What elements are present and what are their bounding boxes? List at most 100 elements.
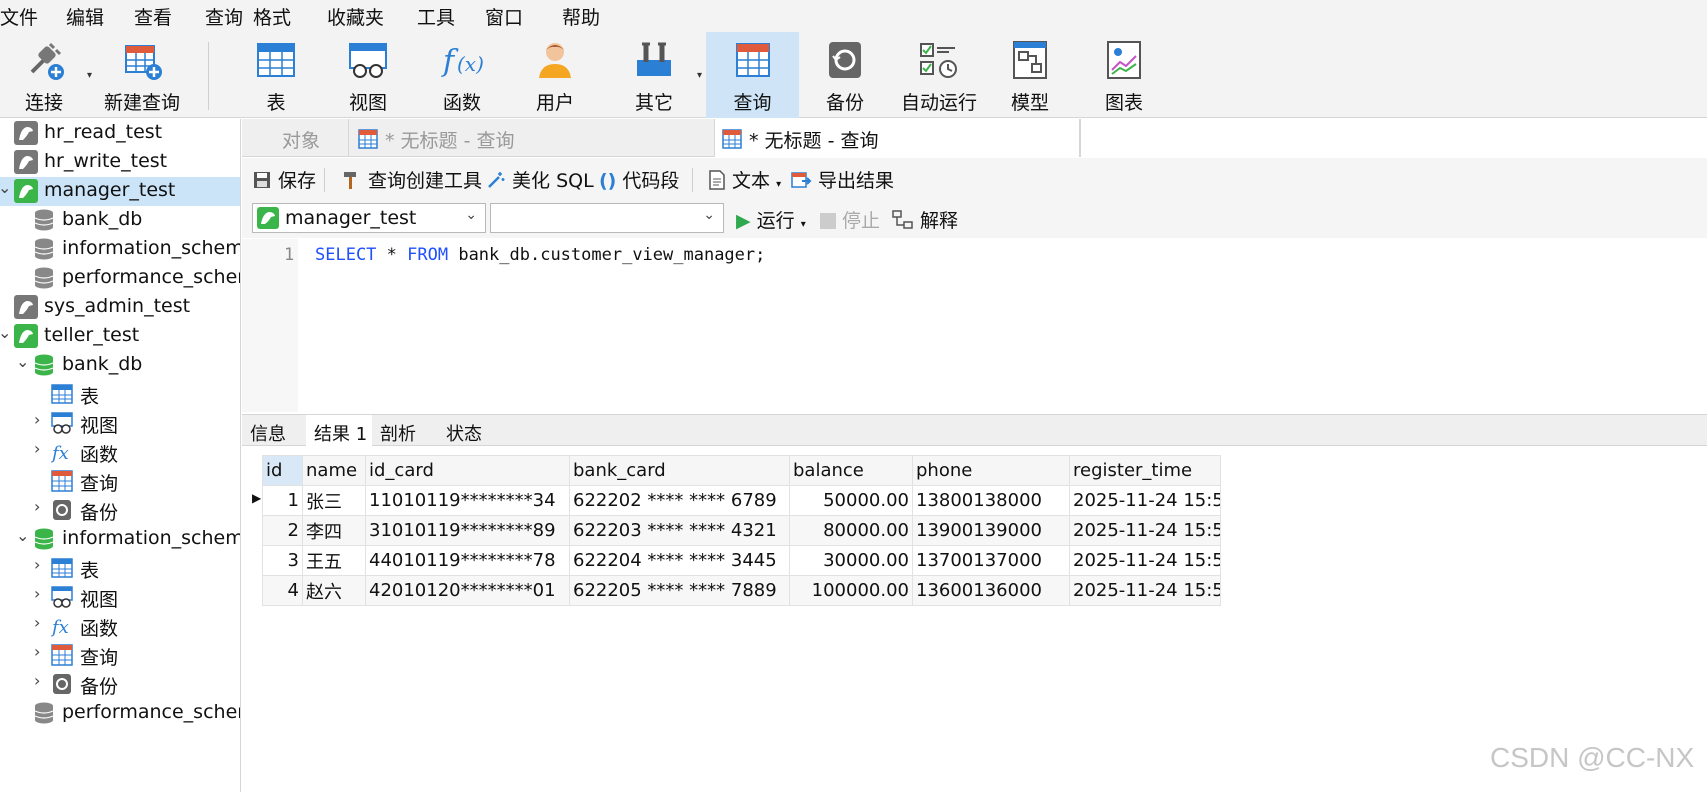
explain-button[interactable]: 解释	[892, 206, 958, 233]
run-button[interactable]: ▶ 运行 ▾	[736, 206, 806, 233]
cell-balance[interactable]: 50000.00	[789, 485, 913, 516]
tree-views[interactable]: › 视图	[0, 583, 240, 612]
tree-tables[interactable]: 表	[0, 380, 240, 409]
connection-hr-read-test[interactable]: hr_read_test	[0, 119, 240, 148]
cell-name[interactable]: 王五	[302, 545, 366, 576]
column-header-id[interactable]: id	[262, 455, 303, 486]
cell-id[interactable]: 2	[262, 515, 303, 546]
cell-register-time[interactable]: 2025-11-24 15:5	[1069, 485, 1221, 516]
database-select[interactable]: ⌄	[490, 203, 724, 233]
cell-name[interactable]: 李四	[302, 515, 366, 546]
cell-register-time[interactable]: 2025-11-24 15:5	[1069, 515, 1221, 546]
table-row[interactable]: 3 王五 44010119********78 622204 **** **** 34…	[262, 545, 1221, 576]
expand-chevron-down-icon[interactable]: ⌄	[16, 526, 29, 545]
database-performance-schema[interactable]: performance_schema	[0, 264, 240, 293]
cell-id-card[interactable]: 44010119********78	[365, 545, 570, 576]
sql-editor[interactable]: 1 SELECT * FROM bank_db.customer_view_ma…	[242, 239, 1707, 412]
database-bank-db[interactable]: ⌄ bank_db	[0, 351, 240, 380]
tree-queries[interactable]: › 查询	[0, 641, 240, 670]
cell-id[interactable]: 1	[262, 485, 303, 516]
tree-tables[interactable]: › 表	[0, 554, 240, 583]
expand-chevron-down-icon[interactable]: ⌄	[16, 352, 29, 371]
menu-query[interactable]: 查询	[205, 3, 243, 30]
view-button[interactable]: 视图	[328, 32, 408, 118]
new-query-button[interactable]: 新建查询	[100, 32, 184, 118]
snippet-button[interactable]: () 代码段	[599, 166, 679, 193]
menu-format[interactable]: 格式	[253, 3, 291, 30]
tree-queries[interactable]: 查询	[0, 467, 240, 496]
query-builder-button[interactable]: 查询创建工具	[342, 166, 482, 193]
expand-chevron-right-icon[interactable]: ›	[34, 613, 40, 632]
cell-name[interactable]: 赵六	[302, 575, 366, 606]
expand-chevron-right-icon[interactable]: ›	[34, 584, 40, 603]
connection-teller-test[interactable]: ⌄ teller_test	[0, 322, 240, 351]
cell-id-card[interactable]: 11010119********34	[365, 485, 570, 516]
chart-button[interactable]: 图表	[1084, 32, 1164, 118]
query-button[interactable]: 查询	[706, 32, 799, 118]
column-header-name[interactable]: name	[302, 455, 366, 486]
table-row[interactable]: 4 赵六 42010120********01 622205 **** **** 78…	[262, 575, 1221, 606]
other-button[interactable]: 其它	[614, 32, 694, 118]
menu-help[interactable]: 帮助	[562, 3, 600, 30]
cell-id[interactable]: 3	[262, 545, 303, 576]
database-information-schema[interactable]: ⌄ information_schema	[0, 525, 240, 554]
export-results-button[interactable]: 导出结果	[790, 166, 894, 193]
expand-chevron-right-icon[interactable]: ›	[34, 642, 40, 661]
tab-untitled-query-2[interactable]: * 无标题 - 查询	[714, 119, 1080, 157]
expand-chevron-right-icon[interactable]: ›	[34, 555, 40, 574]
user-button[interactable]: 用户	[515, 32, 595, 118]
menu-edit[interactable]: 编辑	[66, 3, 104, 30]
tab-info[interactable]: 信息	[242, 415, 306, 446]
column-header-phone[interactable]: phone	[912, 455, 1070, 486]
menu-window[interactable]: 窗口	[485, 3, 523, 30]
table-button[interactable]: 表	[236, 32, 316, 118]
cell-id[interactable]: 4	[262, 575, 303, 606]
expand-chevron-down-icon[interactable]: ⌄	[0, 323, 11, 342]
tree-views[interactable]: › 视图	[0, 409, 240, 438]
cell-phone[interactable]: 13800138000	[912, 485, 1070, 516]
cell-balance[interactable]: 30000.00	[789, 545, 913, 576]
column-header-bank-card[interactable]: bank_card	[569, 455, 790, 486]
cell-bank-card[interactable]: 622205 **** **** 7889	[569, 575, 790, 606]
table-row[interactable]: 2 李四 31010119********89 622203 **** **** 43…	[262, 515, 1221, 546]
cell-bank-card[interactable]: 622204 **** **** 3445	[569, 545, 790, 576]
expand-chevron-down-icon[interactable]: ⌄	[0, 178, 11, 197]
tree-functions[interactable]: › fx 函数	[0, 612, 240, 641]
text-button[interactable]: 文本 ▾	[708, 166, 781, 193]
autorun-button[interactable]: 自动运行	[895, 32, 983, 118]
column-header-id-card[interactable]: id_card	[365, 455, 570, 486]
column-header-register-time[interactable]: register_time	[1069, 455, 1221, 486]
expand-chevron-right-icon[interactable]: ›	[34, 439, 40, 458]
column-header-balance[interactable]: balance	[789, 455, 913, 486]
tab-untitled-query-1[interactable]: * 无标题 - 查询	[348, 119, 712, 157]
menu-file[interactable]: 文件	[0, 3, 38, 30]
cell-bank-card[interactable]: 622202 **** **** 6789	[569, 485, 790, 516]
stop-button[interactable]: 停止	[820, 206, 880, 233]
connection-sys-admin-test[interactable]: sys_admin_test	[0, 293, 240, 322]
cell-id-card[interactable]: 31010119********89	[365, 515, 570, 546]
backup-button[interactable]: 备份	[805, 32, 885, 118]
tab-profile[interactable]: 剖析	[372, 415, 438, 446]
connect-dropdown-icon[interactable]: ▾	[87, 70, 92, 81]
expand-chevron-right-icon[interactable]: ›	[34, 410, 40, 429]
cell-bank-card[interactable]: 622203 **** **** 4321	[569, 515, 790, 546]
tree-backups[interactable]: › 备份	[0, 670, 240, 699]
expand-chevron-right-icon[interactable]: ›	[34, 497, 40, 516]
database-performance-schema[interactable]: performance_schema	[0, 699, 240, 728]
menu-favorites[interactable]: 收藏夹	[327, 3, 384, 30]
cell-balance[interactable]: 80000.00	[789, 515, 913, 546]
tab-status[interactable]: 状态	[438, 415, 504, 446]
tree-functions[interactable]: › fx 函数	[0, 438, 240, 467]
connection-select[interactable]: manager_test ⌄	[252, 203, 486, 233]
connection-hr-write-test[interactable]: hr_write_test	[0, 148, 240, 177]
other-dropdown-icon[interactable]: ▾	[697, 70, 702, 81]
tab-objects[interactable]: 对象	[248, 119, 348, 157]
database-bank-db[interactable]: bank_db	[0, 206, 240, 235]
tree-backups[interactable]: › 备份	[0, 496, 240, 525]
cell-phone[interactable]: 13700137000	[912, 545, 1070, 576]
sql-code-line[interactable]: SELECT * FROM bank_db.customer_view_mana…	[315, 245, 765, 265]
cell-register-time[interactable]: 2025-11-24 15:5	[1069, 545, 1221, 576]
connection-manager-test[interactable]: ⌄ manager_test	[0, 177, 240, 206]
cell-register-time[interactable]: 2025-11-24 15:5	[1069, 575, 1221, 606]
model-button[interactable]: 模型	[990, 32, 1070, 118]
